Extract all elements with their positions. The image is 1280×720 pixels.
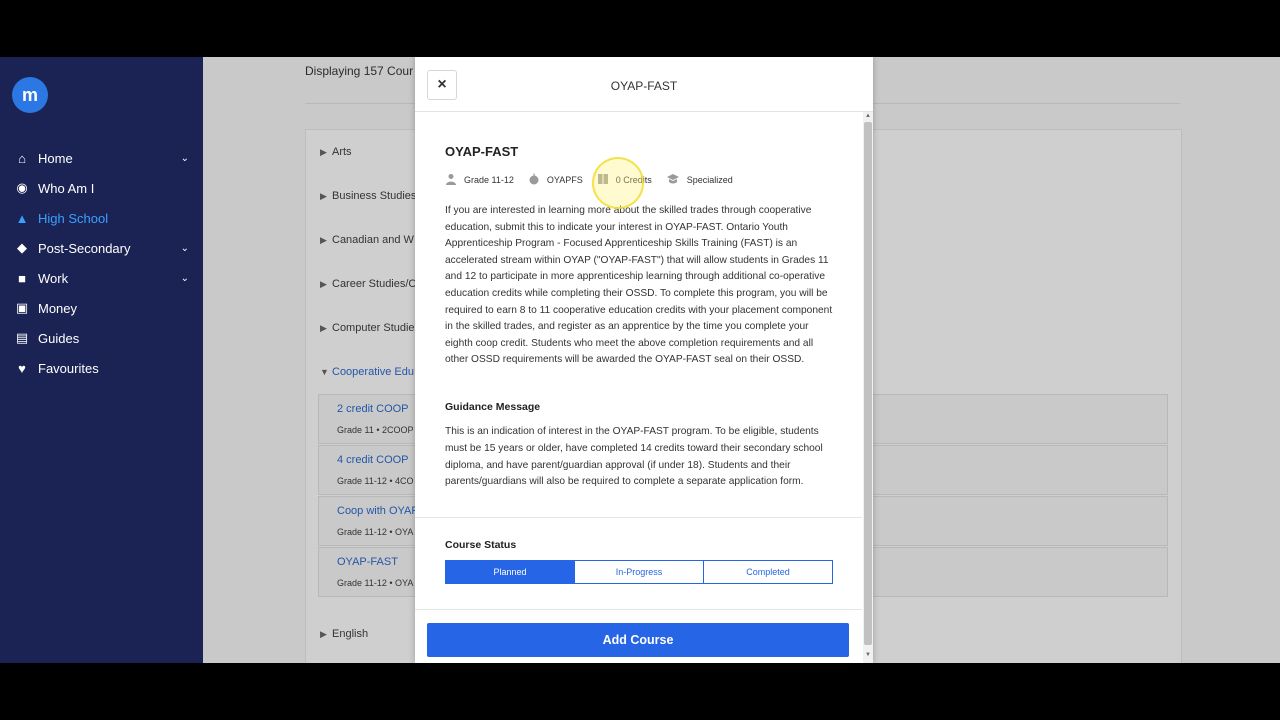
scrollbar-thumb[interactable] [864,122,872,645]
course-status-toggle: Planned In-Progress Completed [445,560,833,584]
add-course-button[interactable]: Add Course [427,623,849,657]
course-status-heading: Course Status [445,539,517,551]
course-name: OYAP-FAST [445,144,519,159]
category-computer-studies[interactable]: ▶ Computer Studie [320,322,415,334]
status-in-progress-button[interactable]: In-Progress [575,560,704,584]
course-count-text: Displaying 157 Cour [305,64,414,78]
chevron-right-icon: ▶ [320,323,327,333]
sidebar-item-guides[interactable]: ▤ Guides [0,323,203,353]
heart-icon: ♥ [18,360,26,376]
category-career-studies[interactable]: ▶ Career Studies/C [320,278,416,290]
category-label: Career Studies/C [332,278,417,290]
sidebar-item-post-secondary[interactable]: ◆ Post-Secondary ⌄ [0,233,203,263]
sidebar-item-home[interactable]: ⌂ Home ⌄ [0,143,203,173]
sidebar-item-label: Who Am I [38,180,95,196]
status-planned-button[interactable]: Planned [445,560,575,584]
category-english[interactable]: ▶ English [320,628,368,640]
modal-scrollbar[interactable]: ▲ ▼ [863,112,873,663]
sidebar-item-label: Work [38,270,69,286]
guidance-message: This is an indication of interest in the… [445,426,823,488]
category-label: Computer Studie [332,322,415,334]
course-meta: Grade 11-12 • 4CO [337,476,414,486]
chevron-right-icon: ▶ [320,147,327,157]
course-detail-modal: × OYAP-FAST OYAP-FAST Grade 11-12 OYAPFS [415,57,873,663]
sidebar-item-label: Money [38,300,78,316]
sidebar-item-favourites[interactable]: ♥ Favourites [0,353,203,383]
category-arts[interactable]: ▶ Arts [320,146,352,158]
code-meta: OYAPFS [528,173,583,188]
sidebar-item-label: Home [38,150,73,166]
chevron-right-icon: ▶ [320,235,327,245]
sidebar-item-high-school[interactable]: ▲ High School [0,203,203,233]
chevron-right-icon: ▶ [320,279,327,289]
category-label: English [332,628,369,640]
course-description: If you are interested in learning more a… [445,205,833,366]
sidebar-item-work[interactable]: ■ Work ⌄ [0,263,203,293]
sidebar-item-who-am-i[interactable]: ◉ Who Am I [0,173,203,203]
category-canadian-world[interactable]: ▶ Canadian and W [320,234,414,246]
course-meta: Grade 11-12 • OYA [337,527,414,537]
chevron-right-icon: ▶ [320,191,327,201]
course-code-text: OYAPFS [546,175,583,185]
graduation-cap-icon: ▲ [15,210,29,226]
app-viewport: m ⌂ Home ⌄ ◉ Who Am I ▲ High School ◆ Po… [0,57,1280,663]
apple-icon [528,173,540,188]
chevron-down-icon: ▼ [320,367,329,377]
sidebar-item-money[interactable]: ▣ Money [0,293,203,323]
divider [415,609,862,610]
course-title-link[interactable]: OYAP-FAST [337,556,398,568]
user-circle-icon: ◉ [16,180,28,195]
status-completed-button[interactable]: Completed [704,560,833,584]
category-business-studies[interactable]: ▶ Business Studies [320,190,416,202]
chevron-right-icon: ▶ [320,629,327,639]
book-icon: ▤ [15,330,29,345]
person-icon [445,173,457,188]
sidebar-item-label: Post-Secondary [38,240,131,256]
guidance-heading: Guidance Message [445,401,541,413]
sidebar-nav: ⌂ Home ⌄ ◉ Who Am I ▲ High School ◆ Post… [0,143,203,383]
grade-text: Grade 11-12 [464,175,514,185]
category-label: Arts [332,146,352,158]
graduation-cap-icon: ◆ [17,240,27,255]
cursor-highlight [592,157,644,209]
category-label: Business Studies [332,190,417,202]
sidebar-item-label: Guides [38,330,80,346]
sidebar: m ⌂ Home ⌄ ◉ Who Am I ▲ High School ◆ Po… [0,57,203,663]
chevron-down-icon[interactable]: ⌄ [181,243,189,254]
course-meta: Grade 11 • 2COOP [337,425,414,435]
sidebar-item-label: High School [38,210,109,226]
course-title-link[interactable]: 4 credit COOP [337,454,409,466]
money-icon: ▣ [15,300,29,315]
divider [415,517,862,518]
briefcase-icon: ■ [18,270,26,286]
course-meta: Grade 11-12 • OYA [337,578,414,588]
grade-meta: Grade 11-12 [445,173,514,188]
app-logo[interactable]: m [12,77,48,113]
scroll-down-arrow-icon[interactable]: ▼ [863,652,873,658]
chevron-down-icon[interactable]: ⌄ [181,153,189,164]
chevron-down-icon[interactable]: ⌄ [181,273,189,284]
category-label: Canadian and W [332,234,414,246]
course-title-link[interactable]: Coop with OYAP [337,505,419,517]
modal-header: × OYAP-FAST [415,57,873,112]
home-icon: ⌂ [18,150,26,166]
graduation-cap-icon [666,173,680,188]
category-label: Cooperative Edu [332,366,414,378]
course-title-link[interactable]: 2 credit COOP [337,403,409,415]
type-meta: Specialized [666,173,733,188]
course-type-text: Specialized [686,175,733,185]
category-cooperative-education[interactable]: ▼ Cooperative Edu [320,366,414,378]
sidebar-item-label: Favourites [38,360,99,376]
scroll-up-arrow-icon[interactable]: ▲ [863,113,873,119]
modal-title: OYAP-FAST [610,79,678,93]
